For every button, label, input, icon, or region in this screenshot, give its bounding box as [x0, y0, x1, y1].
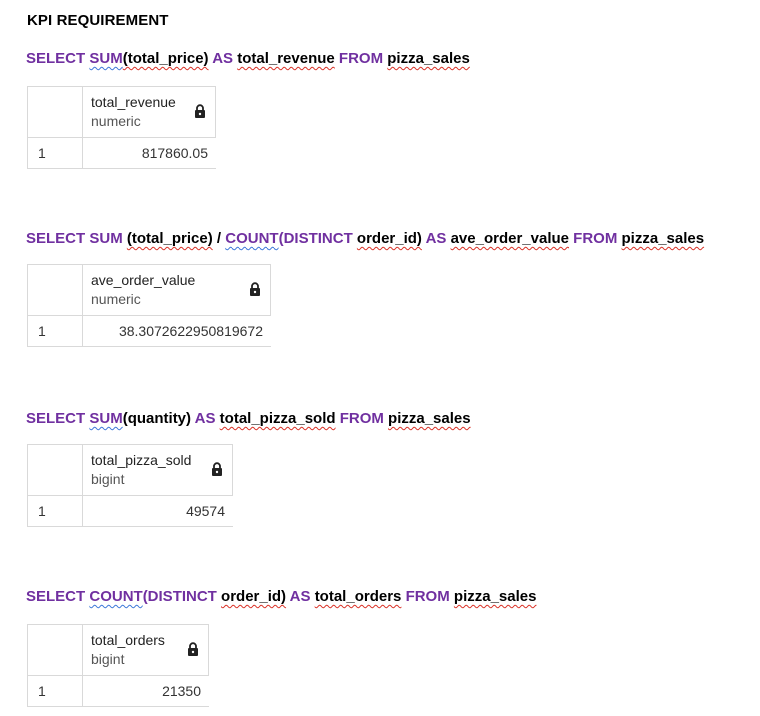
row-number: 1 [28, 138, 83, 168]
sql-argument: (quantity) [122, 410, 192, 427]
column-name: total_orders [91, 632, 165, 648]
column-header[interactable]: total_orders bigint [83, 625, 209, 675]
sql-keyword-from: FROM [573, 230, 618, 247]
column-name: total_pizza_sold [91, 452, 192, 468]
sql-query-total-revenue: SELECT SUM(total_price) AS total_revenue… [26, 49, 470, 69]
lock-icon [212, 462, 222, 476]
page-heading: KPI REQUIREMENT [27, 12, 169, 29]
result-grid-ave-order-value: ave_order_value numeric 1 38.30726229508… [27, 264, 271, 347]
column-type: bigint [91, 471, 125, 487]
table-row[interactable]: 1 817860.05 [28, 138, 216, 169]
column-type: bigint [91, 651, 125, 667]
sql-alias: total_orders [314, 588, 402, 605]
result-grid-total-orders: total_orders bigint 1 21350 [27, 624, 209, 707]
grid-header-row: total_orders bigint [28, 625, 209, 676]
row-number-header [28, 265, 83, 315]
sql-table: pizza_sales [621, 230, 705, 247]
table-row[interactable]: 1 49574 [28, 496, 233, 527]
sql-keyword-as: AS [194, 410, 216, 427]
sql-argument: order_id) [356, 230, 422, 247]
sql-operator-divide: / [216, 230, 222, 247]
sql-keyword-as: AS [425, 230, 447, 247]
result-value-cell[interactable]: 38.3072622950819672 [83, 316, 271, 346]
sql-keyword-from: FROM [339, 410, 384, 427]
sql-keyword-select: SELECT [26, 230, 86, 247]
sql-alias: total_revenue [237, 50, 335, 67]
row-number-header [28, 625, 83, 675]
sql-table: pizza_sales [388, 410, 471, 427]
sql-argument: (total_price) [126, 230, 213, 247]
sql-query-total-pizza-sold: SELECT SUM(quantity) AS total_pizza_sold… [26, 409, 471, 429]
sql-argument: (total_price) [122, 50, 209, 67]
sql-keyword-as: AS [212, 50, 234, 67]
column-name: ave_order_value [91, 272, 196, 288]
sql-function-sum: SUM [89, 50, 123, 67]
table-row[interactable]: 1 21350 [28, 676, 209, 707]
sql-keyword-from: FROM [338, 50, 384, 67]
sql-argument: order_id) [221, 588, 287, 605]
result-grid-total-revenue: total_revenue numeric 1 817860.05 [27, 86, 216, 169]
grid-header-row: total_pizza_sold bigint [28, 445, 233, 496]
sql-query-total-orders: SELECT COUNT(DISTINCT order_id) AS total… [26, 587, 536, 607]
sql-function-sum: SUM [89, 230, 123, 247]
column-header[interactable]: total_pizza_sold bigint [83, 445, 233, 495]
result-value-cell[interactable]: 817860.05 [83, 138, 216, 168]
result-grid-total-pizza-sold: total_pizza_sold bigint 1 49574 [27, 444, 233, 527]
lock-icon [188, 642, 198, 656]
row-number: 1 [28, 676, 83, 706]
sql-alias: total_pizza_sold [219, 410, 336, 427]
sql-keyword-select: SELECT [26, 50, 86, 67]
sql-keyword-distinct: (DISTINCT [278, 230, 353, 247]
sql-function-sum: SUM [89, 410, 123, 427]
sql-keyword-distinct: (DISTINCT [142, 588, 217, 605]
lock-icon [195, 104, 205, 118]
column-header[interactable]: ave_order_value numeric [83, 265, 271, 315]
sql-keyword-from: FROM [405, 588, 450, 605]
row-number: 1 [28, 496, 83, 526]
sql-keyword-select: SELECT [26, 410, 86, 427]
row-number-header [28, 445, 83, 495]
column-type: numeric [91, 113, 141, 129]
sql-table: pizza_sales [387, 50, 470, 67]
row-number: 1 [28, 316, 83, 346]
column-type: numeric [91, 291, 141, 307]
sql-function-count: COUNT [225, 230, 279, 247]
sql-alias: ave_order_value [450, 230, 569, 247]
grid-header-row: ave_order_value numeric [28, 265, 271, 316]
row-number-header [28, 87, 83, 137]
result-value-cell[interactable]: 49574 [83, 496, 233, 526]
result-value-cell[interactable]: 21350 [83, 676, 209, 706]
column-name: total_revenue [91, 94, 176, 110]
sql-function-count: COUNT [89, 588, 143, 605]
sql-keyword-select: SELECT [26, 588, 86, 605]
grid-header-row: total_revenue numeric [28, 87, 216, 138]
table-row[interactable]: 1 38.3072622950819672 [28, 316, 271, 347]
sql-keyword-as: AS [289, 588, 311, 605]
sql-table: pizza_sales [453, 588, 537, 605]
lock-icon [250, 282, 260, 296]
column-header[interactable]: total_revenue numeric [83, 87, 216, 137]
sql-query-ave-order-value: SELECT SUM (total_price) / COUNT(DISTINC… [26, 229, 704, 249]
